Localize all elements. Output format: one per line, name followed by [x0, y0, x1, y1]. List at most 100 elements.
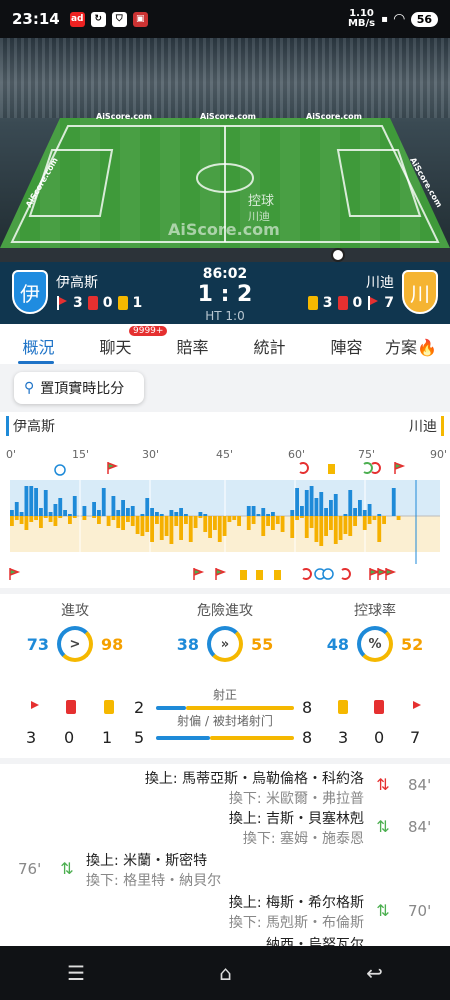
- away-yellow-total: 3: [338, 728, 349, 747]
- momentum-bars: [9, 462, 440, 580]
- shots-on-target-label: 射正: [212, 688, 237, 702]
- corner-flag-icon: [28, 700, 40, 714]
- away-team-name[interactable]: 川迪: [366, 272, 394, 292]
- possession-team: 川迪: [248, 210, 270, 223]
- corner-flag-icon: [369, 568, 381, 580]
- event-minute: 76': [18, 860, 42, 878]
- yellow-card-icon: [274, 570, 281, 580]
- status-time: 23:14: [12, 10, 60, 28]
- ad-banner: AiScore.com: [200, 112, 256, 121]
- app-icon: ▣: [132, 11, 148, 27]
- possession-label: 控球: [248, 194, 275, 209]
- tab-chat[interactable]: 聊天 9999+: [77, 324, 168, 364]
- notification-icon: ad: [69, 11, 85, 27]
- yellow-card-icon: [104, 700, 114, 714]
- goal-icon: [54, 464, 66, 476]
- sub-player-out: 換下: 馬剋斯・布倫斯: [228, 915, 364, 931]
- goal-icon: [322, 568, 334, 580]
- sim-icon: ▪: [381, 13, 388, 25]
- stat-home-value: 73: [26, 634, 49, 654]
- corner-flag-icon: [410, 700, 422, 714]
- stat-away-value: 52: [401, 634, 424, 654]
- events-list: 換上: 馬蒂亞斯・烏勒倫格・科約洛 換下: 米歐爾・弗拉普 ⇅ 84' 換上: …: [0, 764, 450, 946]
- substitution-icon: ⇅: [60, 859, 74, 878]
- home-shots-off-target: 5: [134, 728, 145, 747]
- corner-flag-icon: [385, 568, 397, 580]
- event-minute: 84': [408, 818, 432, 836]
- sub-player-out: 換下: 格里特・納貝尔: [86, 873, 222, 889]
- stat-possession: 控球率 48 % 52: [300, 600, 450, 662]
- tab-lineup[interactable]: 陣容: [308, 324, 385, 364]
- red-card-icon: [374, 700, 384, 714]
- substitution-icon: [299, 462, 309, 474]
- sub-player-in: 納西・烏努瓦尔: [266, 937, 364, 946]
- sync-icon: ↻: [90, 11, 106, 27]
- dangerous-attack-ring-icon: »: [207, 626, 243, 662]
- tab-label: 統計: [253, 338, 286, 357]
- tab-overview[interactable]: 概況: [0, 324, 77, 364]
- away-yellow-cards: 3: [322, 295, 333, 311]
- red-card-icon: [337, 296, 348, 310]
- away-corners: 7: [384, 295, 394, 311]
- attack-ring-icon: >: [57, 626, 93, 662]
- tab-label: 概況: [22, 338, 55, 357]
- away-team-crest[interactable]: 川: [402, 270, 438, 314]
- away-event-counts: 3 0 7: [307, 295, 394, 311]
- pin-icon: ⚲: [24, 380, 35, 396]
- home-yellow-total: 1: [102, 728, 113, 747]
- home-shots-on-target: 2: [134, 698, 145, 717]
- half-time-score: HT 1:0: [205, 309, 245, 323]
- back-icon[interactable]: ↩: [366, 961, 383, 985]
- event-minute: 84': [408, 776, 432, 794]
- corner-flag-icon: [394, 462, 406, 474]
- sub-player-out: 換下: 塞姆・施泰恩: [242, 831, 364, 847]
- corner-flag-icon: [193, 568, 205, 580]
- menu-icon[interactable]: ☰: [67, 961, 85, 985]
- yellow-card-icon: [328, 464, 335, 474]
- corner-flag-icon: [9, 568, 21, 580]
- shield-icon: ⛉: [111, 11, 127, 27]
- tab-plans[interactable]: 方案🔥: [385, 324, 450, 364]
- status-bar: 23:14 ad ↻ ⛉ ▣ 1.10 MB/s ▪ ◠ 56: [0, 0, 450, 38]
- away-shots-on-target: 8: [302, 698, 313, 717]
- substitution-icon: [302, 568, 312, 580]
- shots-on-home-bar: [156, 706, 186, 710]
- corner-flag-icon: [215, 568, 227, 580]
- yellow-card-icon: [256, 570, 263, 580]
- away-corners-total: 7: [410, 728, 421, 747]
- tab-odds[interactable]: 賠率: [154, 324, 231, 364]
- shots-off-home-bar: [156, 736, 210, 740]
- sub-player-in: 換上: 梅斯・希尔格斯: [228, 895, 364, 911]
- shots-off-target-label: 射偏 / 被封堵射门: [177, 714, 273, 728]
- stat-attacks: 進攻 73 > 98: [0, 600, 150, 662]
- corner-flag-icon: [107, 462, 119, 474]
- stat-title: 進攻: [61, 603, 89, 619]
- sub-player-in: 換上: 馬蒂亞斯・烏勒倫格・科約洛: [144, 771, 364, 787]
- stat-home-value: 48: [326, 634, 349, 654]
- corner-flag-icon: [377, 568, 389, 580]
- stat-dangerous-attacks: 危險進攻 38 » 55: [150, 600, 300, 662]
- substitution-icon: [363, 462, 373, 474]
- event-minute: 70': [408, 902, 432, 920]
- tab-label: 聊天: [99, 338, 132, 357]
- scoreboard: 伊 伊高斯 3 0 1 86:02 1 : 2 HT 1:0 3 0 7 川迪 …: [0, 262, 450, 324]
- sub-player-in: 換上: 吉斯・貝塞林剋: [228, 811, 364, 827]
- home-icon[interactable]: ⌂: [219, 961, 232, 985]
- live-pitch[interactable]: AiScore.com AiScore.com AiScore.com AiSc…: [0, 38, 450, 262]
- ad-banner: AiScore.com: [96, 112, 152, 121]
- attack-momentum-chart[interactable]: 0' 15' 30' 45' 60' 75' 90': [0, 440, 450, 588]
- tab-stats[interactable]: 統計: [231, 324, 308, 364]
- wifi-icon: ◠: [393, 11, 405, 27]
- stat-home-value: 38: [176, 634, 199, 654]
- tab-label: 方案: [385, 338, 418, 357]
- tab-label: 陣容: [330, 338, 363, 357]
- substitution-icon: [341, 568, 351, 580]
- substitution-icon: ⇅: [376, 775, 390, 794]
- yellow-card-icon: [307, 296, 318, 310]
- match-tabs: 概況 聊天 9999+ 賠率 統計 陣容 方案🔥: [0, 324, 450, 364]
- tab-label: 賠率: [176, 338, 209, 357]
- corner-flag-icon: [367, 296, 379, 310]
- pin-live-score-button[interactable]: ⚲ 置頂實時比分: [14, 372, 144, 404]
- substitution-icon: ⇅: [376, 817, 390, 836]
- stat-away-value: 98: [101, 634, 124, 654]
